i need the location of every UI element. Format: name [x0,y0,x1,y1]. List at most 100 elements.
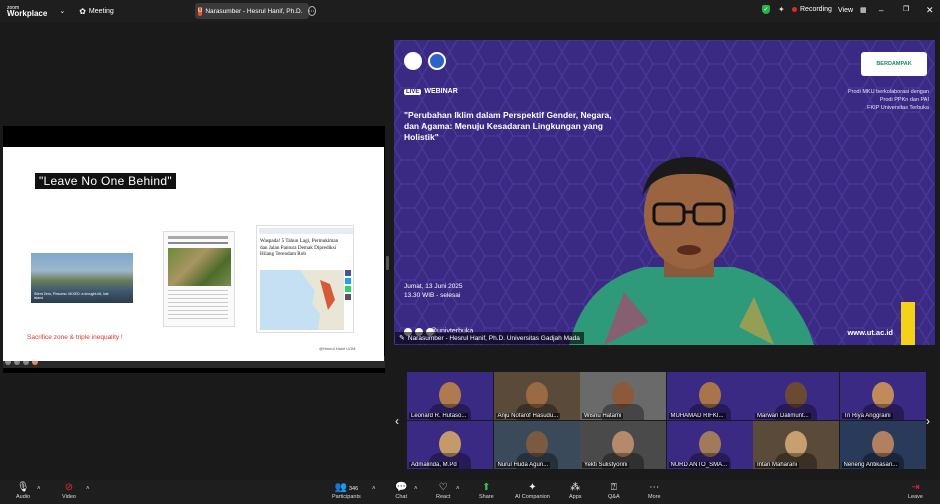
chevron-down-icon[interactable]: ⌄ [59,7,65,15]
more-button[interactable]: ⋯ More [648,482,661,500]
more-icon: ⋯ [649,482,660,493]
video-button[interactable]: ⊘ Video [62,482,76,500]
view-label: View [838,6,854,14]
badge-logo: BERDAMPAK [861,52,927,76]
presentation-slide: "Leave No One Behind" Silent Zero, Pinsu… [3,147,384,361]
leave-button[interactable]: ⇥ Leave [908,482,923,500]
participant-tile[interactable]: NURD ANTO_SMA... [666,421,753,469]
ai-companion-button[interactable]: ✦ AI Companion [515,482,550,500]
apps-icon: ⁂ [570,482,581,493]
zoom-logo: zoom Workplace [7,5,48,18]
prodi-line2: Prodi PPKn dan PAI [879,97,929,103]
institution-logos [404,52,446,70]
article-caption-1: Silent Zero, Pinsumo: MIXED: a drought-h… [34,292,109,300]
chevron-right-icon[interactable]: › [926,414,930,428]
audio-label: Audio [16,494,31,500]
share-icon [345,286,351,292]
participant-tile[interactable]: Wisnu Hatami [580,372,666,420]
yellow-accent [901,302,915,345]
people-icon: 👥 346 [334,482,359,493]
tab-title: Narasumber - Hesrul Hanif, Ph.D. [205,7,303,15]
participant-name: Admalinda, M.Pd [409,462,459,468]
prodi-text: Prodi MKU berkolaborasi dengan Prodi PPK… [848,88,929,112]
share-screen-icon: ⬆ [482,482,491,493]
article-2-text [168,290,228,320]
participants-label: Participants [332,494,361,500]
participant-tile[interactable]: Nurul Huda Agun... [493,421,580,469]
chevron-up-icon[interactable]: ˄ [37,486,41,492]
event-date: Jumat, 13 Juni 2025 [404,283,463,290]
participant-name: Wisnu Hatami [582,413,624,419]
react-button[interactable]: ♡ React [436,482,450,500]
qa-button[interactable]: ⍰ Q&A [608,482,620,500]
meeting-icon: ✿ [79,6,86,16]
heart-icon: ♡ [438,482,448,493]
minimize-icon[interactable]: – [879,6,883,15]
maximize-icon[interactable]: ❐ [903,5,909,13]
recording-indicator[interactable]: Recording [792,6,832,13]
chat-label: Chat [395,494,408,500]
view-menu[interactable]: View ▦ [838,6,867,15]
participant-tile[interactable]: Yekti Sulistyorini [580,421,666,469]
coastline-map [300,270,344,330]
pin-icon: ✎ [399,335,405,342]
chevron-left-icon[interactable]: ‹ [395,414,399,428]
apps-label: Apps [569,494,582,500]
participant-tile[interactable]: Admalinda, M.Pd [407,421,493,469]
meeting-label: Meeting [88,7,114,15]
share-button[interactable]: ⬆ Share [479,482,494,500]
article-3-map [260,270,344,330]
chat-button[interactable]: 💬 Chat [395,482,407,500]
chevron-up-icon[interactable]: ˄ [414,486,418,492]
chevron-up-icon[interactable]: ˄ [86,486,90,492]
participant-name: Intan Maharani [755,462,800,468]
article-2-header [168,236,228,239]
speaker-video[interactable]: BERDAMPAK LIVE WEBINAR "Perubahan Iklim … [394,40,935,345]
record-dot-icon [792,7,797,12]
title-bar: zoom Workplace ⌄ ✿ Meeting U Narasumber … [0,0,940,22]
sparkle-icon: ✦ [528,482,537,493]
react-label: React [436,494,451,500]
slide-title: "Leave No One Behind" [35,173,176,189]
shield-icon: ✓ [762,5,770,14]
participants-button[interactable]: 👥 346 Participants [332,482,361,500]
speaker-name-label: ✎ Narasumber - Hesrul Hanif, Ph.D. Unive… [395,332,584,344]
participant-tile[interactable]: Tri Riya Anggraini [839,372,926,420]
chevron-up-icon[interactable]: ˄ [372,486,376,492]
chevron-up-icon[interactable]: ˄ [456,486,460,492]
resize-handle[interactable] [386,256,389,270]
video-label: Video [62,494,76,500]
leave-label: Leave [908,494,923,500]
meeting-menu[interactable]: ✿ Meeting [79,7,114,16]
logo-line2: Workplace [7,9,48,18]
slide-credit: @Hesrul Hanif UGM [319,346,356,351]
security-indicator[interactable]: ✓ ✦ [762,5,785,14]
close-icon[interactable]: ✕ [926,5,934,16]
grid-icon: ▦ [860,7,867,14]
tab-favicon-icon: U [198,6,203,16]
article-image-2 [168,248,231,286]
article-2 [163,231,235,327]
slide-footer: Sacrifice zone & triple inequality ! [27,334,123,341]
more-options-icon[interactable]: ⋯ [307,6,316,16]
participant-tile[interactable]: Neneng Antikasari... [839,421,926,469]
participant-tile[interactable]: Marwan Dalimunt... [753,372,839,420]
participant-tile[interactable]: Anju Nofarof Hasudu... [493,372,580,420]
participant-tile[interactable]: Leonard R. Hutaso... [407,372,493,420]
audio-button[interactable]: 🎙 Audio [16,482,30,500]
speaker-tab[interactable]: U Narasumber - Hesrul Hanif, Ph.D. ⋯ [195,3,316,19]
live-label: LIVE [404,88,422,95]
participant-name: Yekti Sulistyorini [582,462,630,468]
leave-icon: ⇥ [911,482,920,493]
chat-icon: 💬 [395,482,408,493]
article-3-header [259,228,353,234]
article-image-1: Silent Zero, Pinsumo: MIXED: a drought-h… [31,253,133,303]
participant-tile[interactable]: MUHAMAD RIFKI... [666,372,753,420]
article-2-headline [168,242,228,244]
participant-tile[interactable]: Intan Maharani [753,421,839,469]
apps-button[interactable]: ⁂ Apps [569,482,582,500]
sparkle-icon[interactable]: ✦ [778,5,785,14]
participant-name: Nurul Huda Agun... [495,462,551,468]
event-datetime: Jumat, 13 Juni 2025 13.30 WIB - selesai [404,282,463,300]
participant-name: Leonard R. Hutaso... [409,413,469,419]
